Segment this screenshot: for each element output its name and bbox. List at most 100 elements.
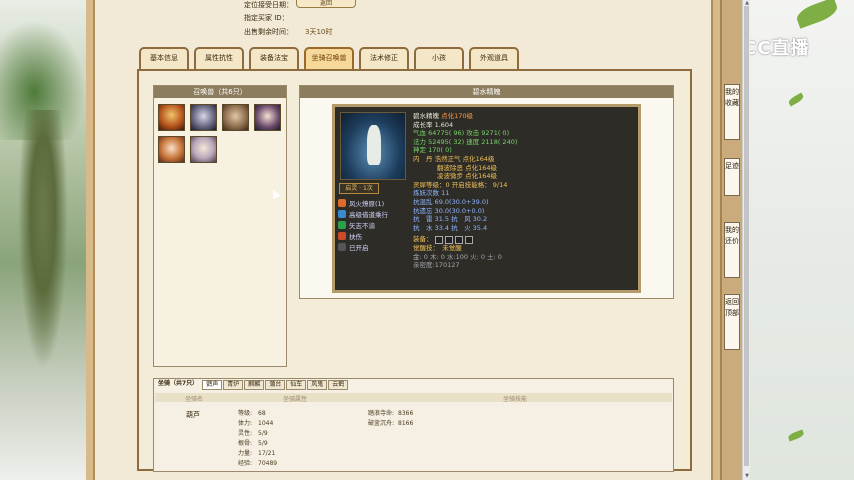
neidan-1: 内 丹 浩然正气 点化164级: [413, 154, 495, 163]
neidan-2: 翻波除恶 点化164级: [437, 163, 497, 172]
mount-skill-row: 破釜沉舟: 8166: [368, 419, 413, 429]
col-mount-name: 坐骑名: [185, 396, 204, 403]
mount-tab[interactable]: 鹦声: [202, 380, 223, 390]
skill-item: 扶伤: [338, 230, 388, 241]
pet-grid: [158, 104, 281, 163]
mount-skills: 踏浪寺命: 8366 破釜沉舟: 8166: [368, 409, 413, 429]
tree-trunk-decoration: [18, 110, 68, 370]
flame-skill-icon: [338, 231, 346, 240]
pet-name-row: 碧水精魄 点化170级: [413, 112, 635, 121]
growth-stat: 成长率 1.604: [413, 120, 454, 129]
tab-attributes[interactable]: 属性抗性: [194, 47, 244, 69]
attr-label: 根骨:: [238, 440, 253, 447]
equip-slot-icon[interactable]: [454, 235, 463, 244]
mount-tab[interactable]: 青炉: [223, 380, 244, 390]
scroll-down-icon[interactable]: ▼: [743, 472, 751, 480]
awaken-badge: 启灵 · 1次: [339, 183, 379, 194]
pet-avatar[interactable]: [190, 104, 217, 131]
attr-row: 力量: 17/21: [238, 449, 298, 459]
plus-skill-icon: [338, 220, 346, 229]
my-offer-button[interactable]: 我的还价: [724, 222, 740, 278]
tab-basic-info[interactable]: 基本信息: [139, 47, 189, 69]
footprint-button[interactable]: 足迹: [724, 158, 740, 196]
attr-row: 等级: 68: [238, 409, 298, 419]
skill-name: 已开启: [349, 243, 369, 252]
mount-skill-value: 8166: [398, 420, 414, 427]
attr-label: 力量:: [238, 450, 253, 457]
seller-id-label: 指定买家 ID：: [244, 14, 289, 22]
attr-value: 5/9: [258, 440, 268, 447]
attr-label: 经验:: [238, 460, 253, 467]
equip-slot-icon[interactable]: [434, 235, 443, 244]
tab-appearance[interactable]: 外观道具: [469, 47, 519, 69]
mount-tabs: 坐骑（共7只） 鹦声 青炉 麒麟 蒲台 仙车 风鬼 云鹤: [155, 380, 349, 390]
attr-value: 5/9: [258, 430, 268, 437]
rebirth-stat: 炼妖次数 11: [413, 189, 450, 198]
attr-label: 等级:: [238, 410, 253, 417]
equipment-label: 装备：: [413, 235, 433, 244]
skill-item: 矢志不渝: [338, 219, 388, 230]
pet-tag: 点化170级: [441, 112, 473, 120]
neidan-3: 凌波微步 点化164级: [437, 172, 497, 181]
pet-skill-list: 风火燎原(1) 高级借道乘行 矢志不渝 扶伤 已开启: [338, 197, 388, 252]
resist-chaos-stat: 抗混乱 69.0(30.0+39.0): [413, 197, 489, 206]
tab-equipment[interactable]: 装备法宝: [249, 47, 299, 69]
seller-id-row: 指定买家 ID：: [244, 13, 289, 23]
resist-thunder-wind-stat: 抗 雷 31.5 抗 风 30.2: [413, 215, 488, 224]
attr-value: 17/21: [258, 450, 276, 457]
skill-name: 矢志不渝: [349, 221, 375, 230]
equip-slot-icon[interactable]: [464, 235, 473, 244]
pet-avatar[interactable]: [190, 136, 217, 163]
mount-column-headers: 坐骑名 坐骑属性 坐骑技能: [155, 393, 672, 403]
cc-logo-text: CC直播: [743, 38, 810, 59]
equip-slot-icon[interactable]: [444, 235, 453, 244]
time-left-label: 出售剩余时间：: [244, 28, 293, 36]
resist-water-fire-stat: 抗 水 33.4 抗 火 35.4: [413, 223, 488, 232]
return-button[interactable]: 返回: [296, 0, 356, 8]
mount-tab[interactable]: 麒麟: [244, 380, 265, 390]
scrollbar-thumb[interactable]: [744, 6, 749, 466]
pet-detail-title: 碧水精魄: [300, 86, 673, 98]
time-left-row: 出售剩余时间： 3天10时: [244, 27, 332, 37]
right-background: [748, 0, 854, 480]
attr-row: 根骨: 5/9: [238, 439, 298, 449]
mount-tab[interactable]: 蒲台: [265, 380, 286, 390]
pet-avatar[interactable]: [158, 104, 185, 131]
green-leaf-decoration: [787, 429, 805, 442]
skill-item: 已开启: [338, 241, 388, 252]
date-label: 定位接受日期：: [244, 1, 293, 9]
tab-spell-correction[interactable]: 法术修正: [359, 47, 409, 69]
left-landscape-background: [0, 0, 86, 480]
pet-avatar[interactable]: [254, 104, 281, 131]
empty-skill-icon: [338, 242, 346, 251]
skill-item: 高级借道乘行: [338, 208, 388, 219]
tab-child[interactable]: 小孩: [414, 47, 464, 69]
attr-row: 经验: 70489: [238, 459, 298, 469]
attr-value: 68: [258, 410, 266, 417]
tab-mounts-pets[interactable]: 坐骑召唤兽: [304, 47, 354, 69]
pet-name: 碧水精魄: [413, 112, 439, 120]
attr-row: 灵性: 5/9: [238, 429, 298, 439]
elements-stat: 金: 0 木: 0 水:100 火: 0 土: 0: [413, 252, 502, 261]
water-skill-icon: [338, 209, 346, 218]
pet-avatar[interactable]: [158, 136, 185, 163]
skill-name: 风火燎原(1): [349, 199, 385, 208]
mount-tab[interactable]: 风鬼: [307, 380, 328, 390]
mount-tab[interactable]: 云鹤: [328, 380, 349, 390]
col-mount-attr: 坐骑属性: [283, 396, 308, 403]
category-tabs: 基本信息 属性抗性 装备法宝 坐骑召唤兽 法术修正 小孩 外观道具: [139, 47, 519, 69]
attr-value: 70489: [258, 460, 278, 467]
pet-avatar[interactable]: [222, 104, 249, 131]
vertical-scrollbar[interactable]: ▲ ▼: [742, 0, 750, 480]
spirit-stat: 神定 170( 0): [413, 146, 452, 155]
mount-tab[interactable]: 仙车: [286, 380, 307, 390]
mount-skill-value: 8366: [398, 410, 414, 417]
attr-row: 体力: 1044: [238, 419, 298, 429]
pet-figure: [367, 125, 381, 165]
attr-label: 灵性:: [238, 430, 253, 437]
back-to-top-button[interactable]: 返回顶部: [724, 294, 740, 350]
pet-list-title: 召唤兽（共6只）: [154, 86, 286, 98]
mount-name: 葫芦: [186, 411, 200, 419]
favorites-button[interactable]: 我的收藏: [724, 84, 740, 140]
mount-attributes: 等级: 68 体力: 1044 灵性: 5/9 根骨: 5/9 力量: 17/21 经验:…: [238, 409, 298, 469]
